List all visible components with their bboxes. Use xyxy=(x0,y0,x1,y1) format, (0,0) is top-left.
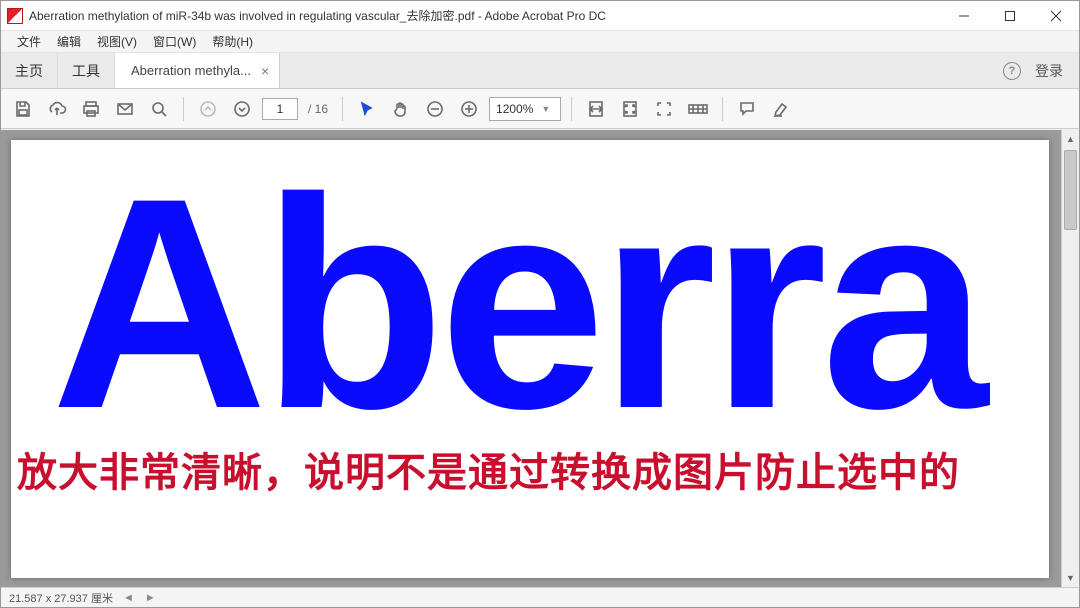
content-area: Aberra 放大非常清晰，说明不是通过转换成图片防止选中的 ▲ ▼ xyxy=(1,130,1079,587)
tab-tools[interactable]: 工具 xyxy=(58,53,115,88)
menu-view[interactable]: 视图(V) xyxy=(91,33,143,50)
selection-tool-icon[interactable] xyxy=(353,95,381,123)
save-icon[interactable] xyxy=(9,95,37,123)
zoom-out-icon[interactable] xyxy=(421,95,449,123)
document-annotation-text: 放大非常清晰，说明不是通过转换成图片防止选中的 xyxy=(17,440,960,498)
toolbar-separator xyxy=(571,97,572,121)
page-number-input[interactable] xyxy=(262,98,298,120)
window-controls xyxy=(941,1,1079,30)
search-icon[interactable] xyxy=(145,95,173,123)
fit-width-icon[interactable] xyxy=(582,95,610,123)
vertical-scrollbar[interactable]: ▲ ▼ xyxy=(1061,130,1079,587)
menubar: 文件 编辑 视图(V) 窗口(W) 帮助(H) xyxy=(1,31,1079,53)
zoom-dropdown[interactable]: 1200% ▼ xyxy=(489,97,561,121)
titlebar: Aberration methylation of miR-34b was in… xyxy=(1,1,1079,31)
menu-window[interactable]: 窗口(W) xyxy=(147,33,202,50)
statusbar: 21.587 x 27.937 厘米 ◄ ► xyxy=(1,587,1079,607)
menu-file[interactable]: 文件 xyxy=(11,33,47,50)
zoom-value: 1200% xyxy=(496,102,533,116)
menu-help[interactable]: 帮助(H) xyxy=(206,33,259,50)
menu-edit[interactable]: 编辑 xyxy=(51,33,87,50)
app-icon xyxy=(7,8,23,24)
toolbar-separator xyxy=(183,97,184,121)
tab-close-icon[interactable]: × xyxy=(261,64,269,78)
maximize-button[interactable] xyxy=(987,1,1033,30)
tab-home[interactable]: 主页 xyxy=(1,53,58,88)
fullscreen-icon[interactable] xyxy=(650,95,678,123)
pdf-page: Aberra 放大非常清晰，说明不是通过转换成图片防止选中的 xyxy=(11,140,1049,578)
page-up-icon[interactable] xyxy=(194,95,222,123)
minimize-button[interactable] xyxy=(941,1,987,30)
document-heading-text: Aberra xyxy=(51,140,982,476)
tab-document-label: Aberration methyla... xyxy=(131,63,251,78)
hand-tool-icon[interactable] xyxy=(387,95,415,123)
toolbar: / 16 1200% ▼ xyxy=(1,89,1079,129)
page-down-icon[interactable] xyxy=(228,95,256,123)
mail-icon[interactable] xyxy=(111,95,139,123)
scroll-thumb[interactable] xyxy=(1064,150,1077,230)
print-icon[interactable] xyxy=(77,95,105,123)
tabbar: 主页 工具 Aberration methyla... × ? 登录 xyxy=(1,53,1079,89)
tab-document[interactable]: Aberration methyla... × xyxy=(115,53,280,88)
close-button[interactable] xyxy=(1033,1,1079,30)
comment-icon[interactable] xyxy=(733,95,761,123)
highlight-icon[interactable] xyxy=(767,95,795,123)
toolbar-separator xyxy=(342,97,343,121)
toolbar-separator xyxy=(722,97,723,121)
read-mode-icon[interactable] xyxy=(684,95,712,123)
cloud-upload-icon[interactable] xyxy=(43,95,71,123)
fit-page-icon[interactable] xyxy=(616,95,644,123)
help-icon[interactable]: ? xyxy=(1003,62,1021,80)
scroll-up-icon[interactable]: ▲ xyxy=(1062,130,1079,148)
status-coordinates: 21.587 x 27.937 厘米 xyxy=(9,590,113,606)
document-viewport[interactable]: Aberra 放大非常清晰，说明不是通过转换成图片防止选中的 xyxy=(1,130,1061,587)
horizontal-scroll-arrows[interactable]: ◄ ► xyxy=(123,592,160,604)
page-total-label: / 16 xyxy=(304,102,332,116)
login-link[interactable]: 登录 xyxy=(1035,61,1063,81)
window-title: Aberration methylation of miR-34b was in… xyxy=(29,7,606,24)
zoom-in-icon[interactable] xyxy=(455,95,483,123)
scroll-down-icon[interactable]: ▼ xyxy=(1062,569,1079,587)
chevron-down-icon: ▼ xyxy=(541,104,550,114)
